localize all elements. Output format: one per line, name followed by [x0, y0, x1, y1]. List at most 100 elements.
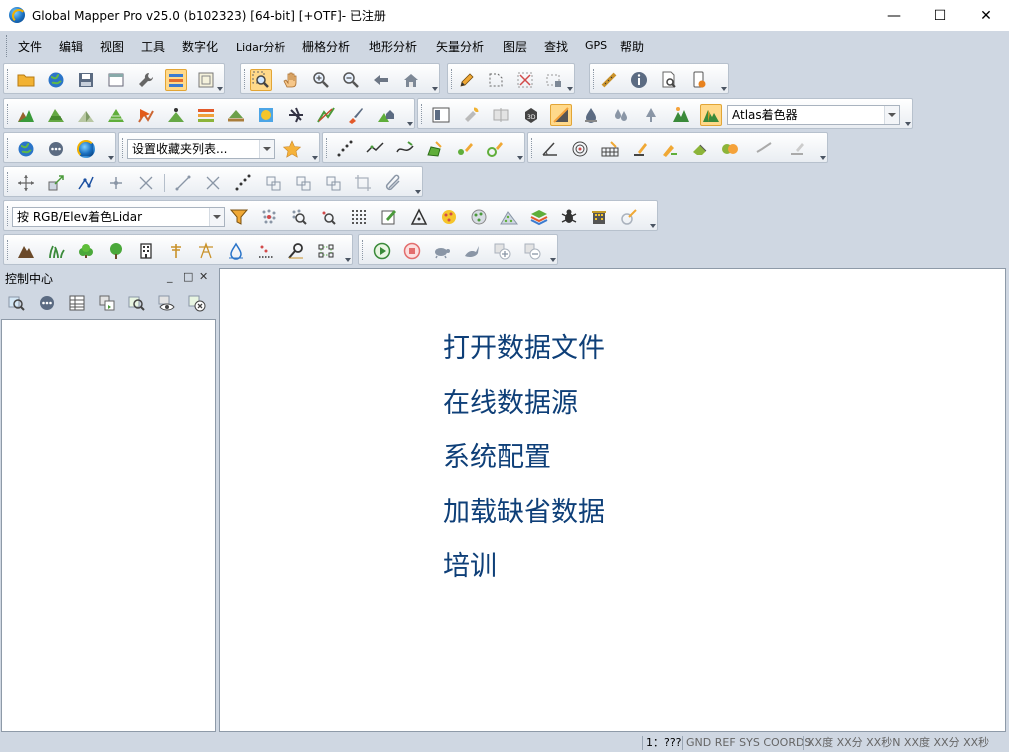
settings-button[interactable]: [45, 138, 67, 160]
toolbar-grip[interactable]: [244, 69, 247, 89]
toolbar-options-arrow[interactable]: [820, 156, 826, 160]
crop-button[interactable]: [352, 172, 374, 194]
measure-button[interactable]: [598, 69, 620, 91]
device-button[interactable]: [688, 69, 710, 91]
link-training[interactable]: 培训: [443, 544, 497, 583]
pin-button[interactable]: [629, 138, 651, 160]
create-line-button[interactable]: [364, 138, 386, 160]
toolbar-grip[interactable]: [326, 138, 329, 158]
open-file-button[interactable]: [15, 69, 37, 91]
cloud-search-button[interactable]: [288, 206, 310, 228]
menu-file[interactable]: 文件: [18, 38, 42, 55]
pan-button[interactable]: [280, 69, 302, 91]
menu-gps[interactable]: GPS: [585, 39, 607, 52]
range-ring-button[interactable]: [569, 138, 591, 160]
toolbar-options-arrow[interactable]: [415, 190, 421, 194]
add-frame-button[interactable]: [491, 240, 513, 262]
paint-button[interactable]: [460, 104, 482, 126]
link-load-default-data[interactable]: 加载缺省数据: [443, 490, 605, 529]
create-circle-button[interactable]: [484, 138, 506, 160]
config-button[interactable]: [135, 69, 157, 91]
map-view[interactable]: 打开数据文件 在线数据源 系统配置 加载缺省数据 培训: [219, 268, 1006, 732]
accept-button[interactable]: [753, 138, 775, 160]
create-points-button[interactable]: [334, 138, 356, 160]
toolbar-grip[interactable]: [7, 69, 10, 89]
point-cloud-button[interactable]: [258, 206, 280, 228]
toolbar-grip[interactable]: [7, 206, 10, 226]
trace-button[interactable]: [232, 172, 254, 194]
favorite-button[interactable]: [281, 138, 303, 160]
toolbar-options-arrow[interactable]: [721, 87, 727, 91]
layer-stack-button[interactable]: [528, 206, 550, 228]
angle-button[interactable]: [539, 138, 561, 160]
toolbar-options-arrow[interactable]: [567, 87, 573, 91]
move-vertex-button[interactable]: [105, 172, 127, 194]
link-open-data-file[interactable]: 打开数据文件: [443, 326, 605, 365]
gm-logo-button[interactable]: [75, 138, 97, 160]
vegetation-button[interactable]: [640, 104, 662, 126]
menu-terrain-analysis[interactable]: 地形分析: [369, 38, 417, 55]
resize-button[interactable]: [45, 172, 67, 194]
search-doc-button[interactable]: [658, 69, 680, 91]
classify-water-button[interactable]: [225, 240, 247, 262]
world-map-button[interactable]: [15, 138, 37, 160]
toolbar-grip[interactable]: [7, 104, 10, 124]
toolbar-grip[interactable]: [593, 69, 596, 89]
split-view-button[interactable]: [490, 104, 512, 126]
save-button[interactable]: [75, 69, 97, 91]
close-button[interactable]: ✕: [963, 0, 1009, 31]
toolbar-options-arrow[interactable]: [312, 156, 318, 160]
menu-lidar-analysis[interactable]: Lidar分析: [236, 39, 285, 55]
toolbar-options-arrow[interactable]: [517, 156, 523, 160]
move-button[interactable]: [15, 172, 37, 194]
viewshed-button[interactable]: [135, 104, 157, 126]
toolbar-options-arrow[interactable]: [550, 258, 556, 262]
generate-contour-button[interactable]: [105, 104, 127, 126]
layer-search-button[interactable]: [6, 292, 28, 314]
edit-lidar-button[interactable]: [378, 206, 400, 228]
attribute-table-button[interactable]: [66, 292, 88, 314]
back-button[interactable]: [370, 69, 392, 91]
panel-close-button[interactable]: ✕: [199, 270, 208, 283]
lidar-color-select[interactable]: 按 RGB/Elev着色Lidar: [12, 207, 225, 227]
toolbar-options-arrow[interactable]: [905, 122, 911, 126]
zoom-to-layer-button[interactable]: [126, 292, 148, 314]
toolbar-grip[interactable]: [421, 104, 424, 124]
building-terrain-button[interactable]: [375, 104, 397, 126]
lidar-brush-button[interactable]: [618, 206, 640, 228]
link-configuration[interactable]: 系统配置: [443, 435, 551, 474]
play-button[interactable]: [371, 240, 393, 262]
rect-select-button[interactable]: [543, 69, 565, 91]
ground-points-button[interactable]: [498, 206, 520, 228]
panel-button[interactable]: [430, 104, 452, 126]
intersect-button[interactable]: [292, 172, 314, 194]
toolbar-grip[interactable]: [7, 240, 10, 260]
noise-button[interactable]: [558, 206, 580, 228]
panel-minimize-button[interactable]: _: [167, 270, 173, 283]
menu-view[interactable]: 视图: [100, 38, 124, 55]
menu-edit[interactable]: 编辑: [59, 38, 83, 55]
menu-layer[interactable]: 图层: [503, 38, 527, 55]
menu-tools[interactable]: 工具: [141, 38, 165, 55]
finish-edit-button[interactable]: [786, 138, 808, 160]
offset-button[interactable]: [322, 172, 344, 194]
toolbar-grip[interactable]: [362, 240, 365, 260]
toolbar-options-arrow[interactable]: [650, 224, 656, 228]
slope-button[interactable]: [550, 104, 572, 126]
water-drops-button[interactable]: [610, 104, 632, 126]
eraser-button[interactable]: [689, 138, 711, 160]
toolbar-grip[interactable]: [7, 138, 10, 158]
shader-select[interactable]: Atlas着色器: [727, 105, 900, 125]
shader-active-button[interactable]: [700, 104, 722, 126]
terrain-button[interactable]: [15, 104, 37, 126]
shader-button[interactable]: [255, 104, 277, 126]
workspace-button[interactable]: [105, 69, 127, 91]
grid-button[interactable]: [599, 138, 621, 160]
full-view-button[interactable]: [400, 69, 422, 91]
clear-selection-button[interactable]: [514, 69, 536, 91]
terrain-gray-button[interactable]: [75, 104, 97, 126]
profile-bands-button[interactable]: [195, 104, 217, 126]
fast-button[interactable]: [461, 240, 483, 262]
cluster-button[interactable]: [438, 206, 460, 228]
toggle-visibility-button[interactable]: [156, 292, 178, 314]
